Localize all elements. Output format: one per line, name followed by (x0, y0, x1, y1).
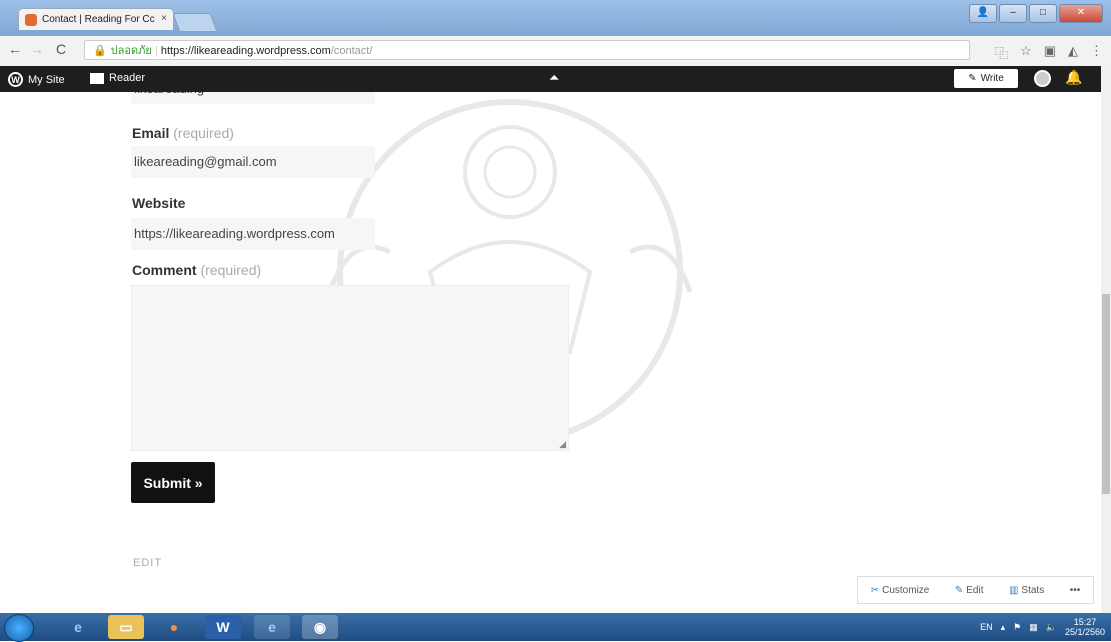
flag-icon[interactable]: ⚑ (1013, 622, 1021, 633)
tray-up-arrow-icon[interactable]: ▴ (1001, 622, 1006, 633)
language-indicator[interactable]: EN (980, 622, 993, 632)
url-input[interactable]: 🔒 ปลอดภัย | https://likeareading.wordpres… (84, 40, 970, 60)
browser-actions: ⿻ ☆ ▣ ◭ ⋮ (995, 43, 1103, 62)
volume-icon[interactable]: 🔈 (1046, 622, 1057, 633)
user-profile-icon[interactable]: 👤 (969, 4, 997, 23)
email-field[interactable]: likeareading@gmail.com (131, 146, 375, 178)
scrollbar-thumb[interactable] (1102, 294, 1110, 494)
customize-button[interactable]: ✂ Customize (871, 585, 930, 596)
network-icon[interactable]: ▦ (1029, 622, 1038, 633)
customize-icon: ✂ (870, 584, 880, 596)
browser-titlebar: Contact | Reading For Cc × 👤 – □ ✕ (0, 0, 1111, 36)
secure-label: ปลอดภัย (110, 45, 152, 57)
notifications-icon[interactable]: 🔔 (1065, 69, 1082, 86)
comment-label: Comment (required) (132, 262, 262, 278)
tab-title: Contact | Reading For Cc (42, 14, 155, 25)
wordpress-logo-icon: W (8, 72, 23, 87)
floating-action-bar: ✂ Customize ✎ Edit ▥ Stats ••• (857, 576, 1094, 604)
wordpress-admin-bar: W My Site Reader ⏶ ✎ Write 🔔 (0, 66, 1101, 92)
edit-link[interactable]: EDIT (133, 557, 162, 569)
more-button[interactable]: ••• (1070, 585, 1081, 596)
clock[interactable]: 15:27 25/1/2560 (1065, 617, 1105, 637)
lock-icon: 🔒 (93, 45, 107, 57)
forward-arrow-icon[interactable]: → (30, 41, 44, 57)
reader-link[interactable]: Reader (90, 72, 145, 84)
stats-icon: ▥ (1008, 584, 1019, 596)
translate-icon[interactable]: ⿻ (995, 43, 1008, 62)
windows-taskbar: e ▭ ● W e ◉ EN ▴ ⚑ ▦ 🔈 15:27 25/1/2560 (0, 613, 1111, 642)
bookmark-star-icon[interactable]: ☆ (1020, 43, 1032, 62)
name-field[interactable]: likeareading (131, 92, 375, 104)
write-button[interactable]: ✎ Write (954, 69, 1018, 88)
clock-date: 25/1/2560 (1064, 627, 1105, 637)
word-taskbar-icon[interactable]: W (205, 615, 241, 639)
browser-tab[interactable]: Contact | Reading For Cc × (18, 8, 174, 30)
start-button[interactable] (4, 614, 34, 642)
clock-time: 15:27 (1073, 617, 1097, 627)
back-arrow-icon[interactable]: ← (8, 41, 22, 57)
avatar[interactable] (1034, 70, 1051, 87)
my-site-link[interactable]: W My Site (8, 72, 65, 87)
website-field[interactable]: https://likeareading.wordpress.com (131, 218, 375, 250)
site-favicon-icon (25, 13, 37, 26)
edit-pencil-icon: ✎ (954, 584, 964, 596)
stats-button[interactable]: ▥ Stats (1009, 585, 1044, 596)
new-tab-button[interactable] (172, 13, 218, 32)
resize-grip-icon[interactable]: ◢ (559, 439, 566, 450)
ie-active-taskbar-icon[interactable]: e (254, 615, 290, 639)
media-taskbar-icon[interactable]: ● (156, 615, 192, 639)
address-bar-row: ← → C 🔒 ปลอดภัย | https://likeareading.wo… (0, 36, 1111, 67)
system-tray: EN ▴ ⚑ ▦ 🔈 15:27 25/1/2560 (980, 617, 1105, 637)
url-path: /contact/ (330, 45, 373, 57)
reader-icon (90, 72, 104, 84)
explorer-taskbar-icon[interactable]: ▭ (108, 615, 144, 639)
url-host: https://likeareading.wordpress.com (160, 45, 331, 57)
maximize-button[interactable]: □ (1029, 4, 1057, 23)
tab-close-icon[interactable]: × (161, 13, 167, 24)
write-label: Write (980, 73, 1004, 84)
reload-icon[interactable]: C (56, 41, 66, 57)
window-close-button[interactable]: ✕ (1059, 4, 1103, 23)
chrome-taskbar-icon[interactable]: ◉ (302, 615, 338, 639)
website-label: Website (132, 195, 186, 211)
comment-textarea[interactable]: ◢ (131, 285, 569, 451)
extension-icon[interactable]: ▣ (1044, 43, 1056, 62)
minimize-button[interactable]: – (999, 4, 1027, 23)
submit-button[interactable]: Submit » (131, 462, 215, 503)
page-content: likeareading Email (required) likeareadi… (0, 92, 1101, 613)
reader-label: Reader (109, 72, 146, 84)
email-label: Email (required) (132, 125, 234, 141)
edit-button[interactable]: ✎ Edit (955, 585, 984, 596)
window-controls: 👤 – □ ✕ (969, 4, 1103, 23)
page-scrollbar[interactable] (1101, 66, 1111, 613)
write-pencil-icon: ✎ (968, 73, 977, 84)
menu-dots-icon[interactable]: ⋮ (1090, 43, 1103, 62)
collapse-arrow-icon[interactable]: ⏶ (549, 70, 559, 86)
extension-2-icon[interactable]: ◭ (1068, 43, 1078, 62)
my-site-label: My Site (28, 73, 65, 86)
ie-taskbar-icon[interactable]: e (60, 615, 96, 639)
